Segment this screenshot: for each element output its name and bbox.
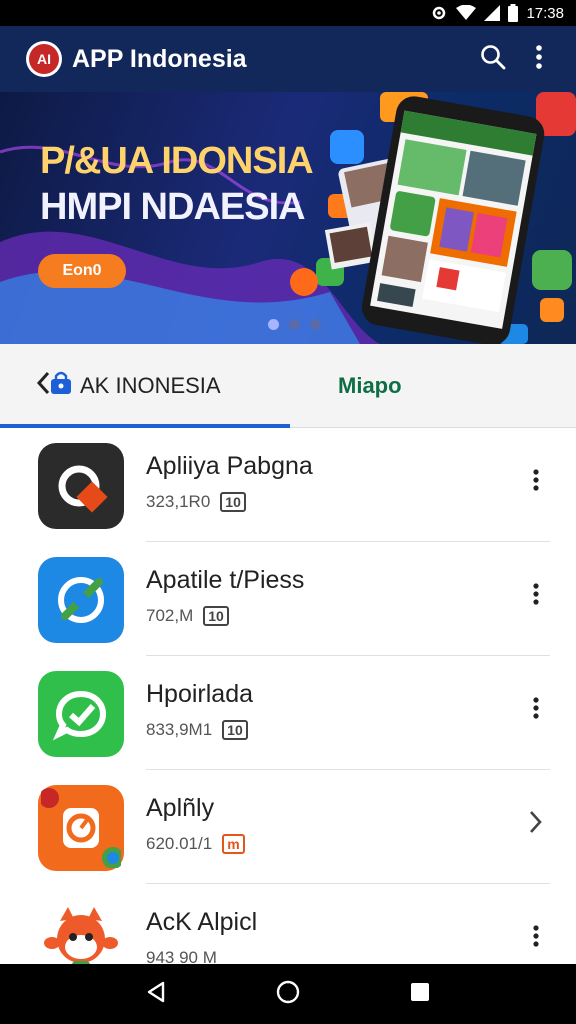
shopping-bag-icon (50, 371, 72, 401)
nav-home-button[interactable] (268, 974, 308, 1014)
app-size: 833,9M1 (146, 720, 213, 739)
wifi-icon (456, 5, 477, 21)
tab-label: AK INONESIA (80, 373, 221, 398)
app-meta: 620.01/1 m (146, 834, 245, 854)
row-more-button[interactable] (516, 576, 556, 616)
app-badge: 10 (222, 720, 248, 740)
search-button[interactable] (470, 36, 516, 82)
overflow-menu-button[interactable] (516, 36, 562, 82)
list-item[interactable]: Hpoirlada 833,9M1 10 (0, 656, 576, 770)
list-item[interactable]: Apatile t/Piess 702,M 10 (0, 542, 576, 656)
app-badge: 10 (203, 606, 229, 626)
banner-page-indicator (268, 319, 321, 330)
more-vert-icon (533, 924, 539, 952)
banner-dot[interactable] (310, 319, 321, 330)
search-icon (480, 44, 506, 75)
banner-dot[interactable] (268, 319, 279, 330)
app-meta: 943 90 M (146, 948, 217, 964)
app-logo-mark: AI (29, 44, 59, 74)
row-open-button[interactable] (516, 804, 556, 844)
list-item[interactable]: AcK Alpicl 943 90 M (0, 884, 576, 964)
app-badge: m (222, 834, 245, 854)
more-vert-icon (533, 468, 539, 496)
app-badge: 10 (220, 492, 246, 512)
banner-cta-button[interactable]: Eon0 (38, 254, 126, 288)
tab-bar: AK INONESIA Miapo (0, 344, 576, 428)
signal-icon (484, 5, 501, 21)
app-meta: 833,9M1 10 (146, 720, 248, 740)
more-vert-icon (535, 44, 543, 75)
row-more-button[interactable] (516, 918, 556, 958)
chevron-left-icon (36, 371, 50, 401)
banner-headline: P/&UA IDONSIA HMPI NDAESIA (40, 138, 314, 230)
app-meta: 702,M 10 (146, 606, 229, 626)
tab-ak-inonesia[interactable]: AK INONESIA (36, 344, 221, 428)
app-name: Hpoirlada (146, 680, 254, 708)
app-list: Apliiya Pabgna 323,1R0 10 Apatile t/Pies… (0, 428, 576, 964)
status-bar: 17:38 (0, 0, 576, 26)
tab-icon-group (36, 371, 72, 401)
app-name: Aplñly (146, 794, 215, 822)
app-size: 323,1R0 (146, 492, 211, 511)
nav-back-button[interactable] (136, 974, 176, 1014)
tab-label: Miapo (338, 373, 402, 398)
more-vert-icon (533, 582, 539, 610)
app-name: Apliiya Pabgna (146, 452, 313, 480)
chat-app-icon (38, 671, 124, 757)
battery-icon (508, 4, 519, 22)
app-size: 702,M (146, 606, 194, 625)
app-name: Apatile t/Piess (146, 566, 305, 594)
camera-app-icon (38, 443, 124, 529)
mascot-app-icon (38, 899, 124, 964)
more-vert-icon (533, 696, 539, 724)
list-item[interactable]: Apliiya Pabgna 323,1R0 10 (0, 428, 576, 542)
timer-app-icon (38, 785, 124, 871)
nav-recents-button[interactable] (400, 974, 440, 1014)
chevron-right-icon (529, 810, 543, 839)
list-item[interactable]: Aplñly 620.01/1 m (0, 770, 576, 884)
app-size: 620.01/1 (146, 834, 213, 853)
banner-headline-line1: P/&UA IDONSIA (40, 140, 314, 182)
app-name: AcK Alpicl (146, 908, 258, 936)
recents-square-icon (409, 981, 431, 1008)
banner-headline-line2: HMPI NDAESIA (40, 186, 306, 228)
app-bar: AI APP Indonesia (0, 26, 576, 92)
link-app-icon (38, 557, 124, 643)
tab-miapo[interactable]: Miapo (338, 344, 402, 428)
app-meta: 323,1R0 10 (146, 492, 246, 512)
app-logo: AI (26, 41, 62, 77)
app-title: APP Indonesia (72, 44, 247, 73)
home-circle-icon (276, 980, 300, 1009)
row-more-button[interactable] (516, 690, 556, 730)
row-more-button[interactable] (516, 462, 556, 502)
promo-banner[interactable]: P/&UA IDONSIA HMPI NDAESIA Eon0 (0, 92, 576, 344)
system-nav-bar (0, 964, 576, 1024)
banner-dot[interactable] (289, 319, 300, 330)
gear-icon (430, 4, 448, 22)
status-time: 17:38 (526, 4, 564, 22)
app-size: 943 90 M (146, 948, 217, 964)
back-triangle-icon (145, 980, 167, 1009)
